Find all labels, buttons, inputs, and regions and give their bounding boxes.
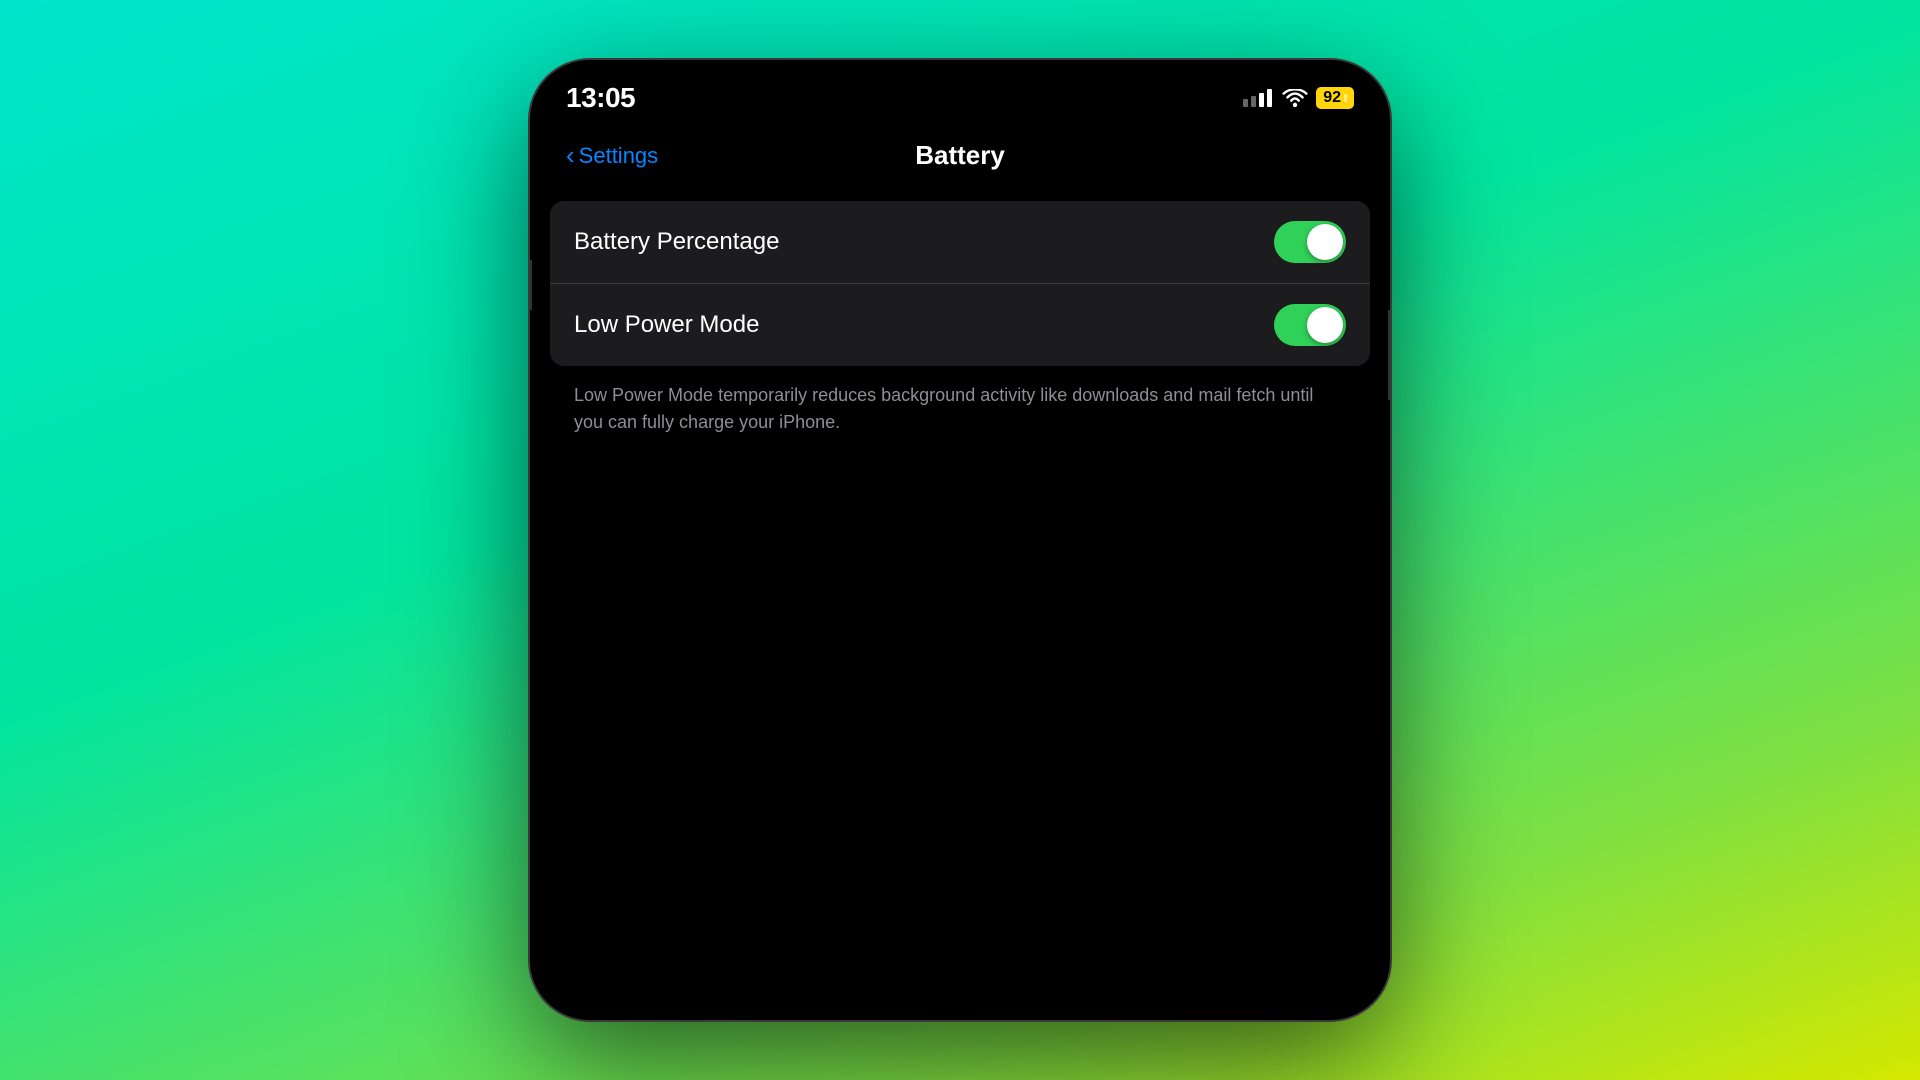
signal-icon	[1243, 89, 1272, 107]
volume-button	[530, 260, 532, 310]
back-button-label: Settings	[579, 143, 659, 169]
phone-screen: 13:05	[530, 60, 1390, 1020]
wifi-icon	[1282, 89, 1306, 107]
page-title: Battery	[915, 140, 1005, 171]
battery-tip	[1344, 94, 1347, 102]
status-right-icons: 92	[1243, 87, 1354, 109]
low-power-mode-description: Low Power Mode temporarily reduces backg…	[550, 366, 1370, 436]
power-button	[1388, 310, 1390, 400]
low-power-mode-toggle[interactable]	[1274, 304, 1346, 346]
settings-card: Battery Percentage Low Power Mode	[550, 201, 1370, 366]
battery-percentage-row: Battery Percentage	[550, 201, 1370, 284]
content-area: Battery Percentage Low Power Mode Low Po…	[530, 181, 1390, 1020]
battery-percentage-label: Battery Percentage	[574, 228, 779, 256]
battery-indicator: 92	[1316, 87, 1354, 109]
phone-device: 13:05	[530, 60, 1390, 1020]
nav-header: ‹ Settings Battery	[530, 120, 1390, 181]
back-button[interactable]: ‹ Settings	[566, 143, 658, 169]
toggle-knob	[1307, 224, 1343, 260]
dynamic-island	[900, 74, 1020, 108]
back-chevron-icon: ‹	[566, 142, 575, 168]
low-power-mode-label: Low Power Mode	[574, 311, 759, 339]
battery-percentage-toggle[interactable]	[1274, 221, 1346, 263]
toggle-knob-2	[1307, 307, 1343, 343]
status-time: 13:05	[566, 82, 635, 114]
low-power-mode-row: Low Power Mode	[550, 284, 1370, 366]
battery-level-text: 92	[1323, 89, 1341, 107]
